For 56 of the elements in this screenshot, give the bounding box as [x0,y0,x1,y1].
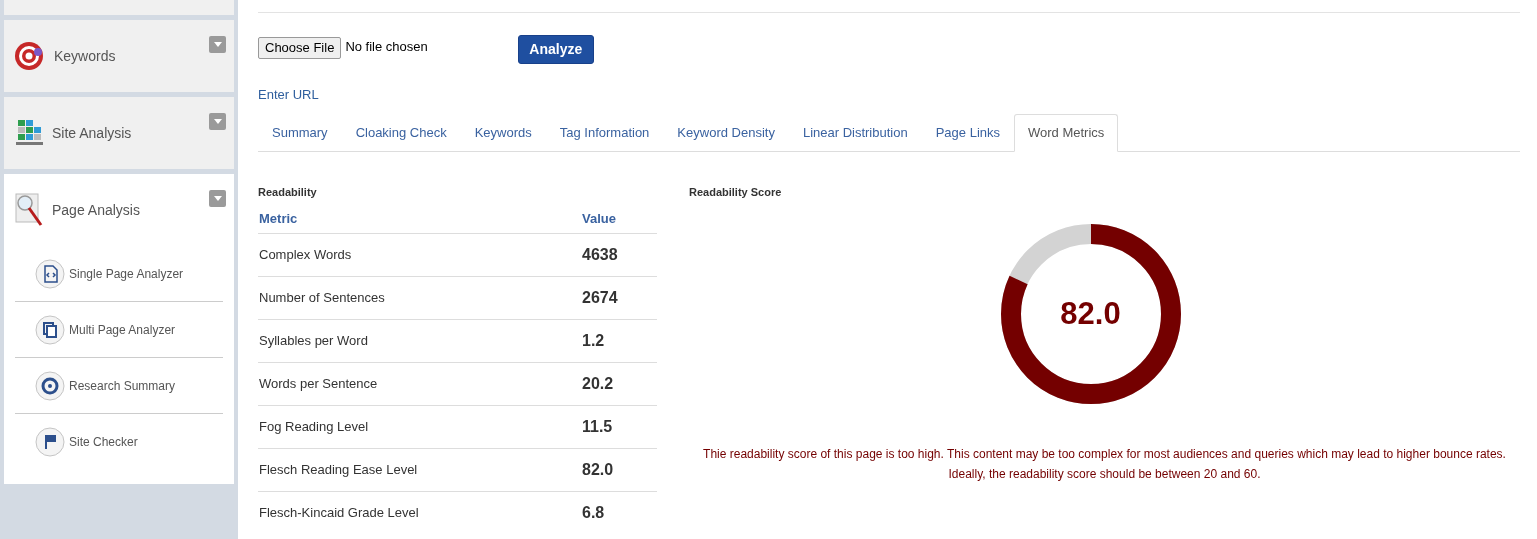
value-cell-text: 20.2 [582,373,614,394]
pages-icon [35,314,65,345]
tab[interactable]: Keywords [460,113,546,152]
grid-chart-icon [14,118,44,148]
metric-cell-text: Syllables per Word [258,331,369,350]
metric-cell-text: Flesch Reading Ease Level [258,460,419,479]
tab[interactable]: Cloaking Check [341,113,461,152]
tab[interactable]: Tag Information [545,113,664,152]
caret-icon [213,196,222,201]
choose-file-button[interactable]: Choose File [258,37,342,59]
crosshair-icon [35,370,65,401]
column-header: Metric [258,210,299,229]
chart-title: Readability Score [689,184,783,200]
item-label: Research Summary [69,377,176,395]
dropdown-toggle[interactable] [209,190,226,207]
score-message: Thie readability score of this page is too high. This content may be too complex for most audiences and queries which may lead to higher bounce rates. Ideally, the readability score should be between 20 and 60. [702,446,1507,483]
section-label[interactable]: Keywords [54,45,201,67]
section-label[interactable]: Site Analysis [52,122,201,144]
sidebar-item[interactable]: Site Checker [15,414,223,470]
tab[interactable]: Keyword Density [663,113,789,152]
metric-cell-text: Flesch-Kincaid Grade Level [258,504,420,523]
value-cell-text: 11.5 [582,416,613,437]
analyze-button[interactable]: Analyze [517,35,594,64]
column-header: Value [582,210,616,229]
metric-cell-text: Fog Reading Level [258,417,370,436]
tab[interactable]: Word Metrics [1014,113,1119,152]
tab[interactable]: Summary [258,113,342,152]
caret-icon [213,119,222,124]
dropdown-toggle[interactable] [209,36,226,53]
caret-icon [213,42,222,47]
score-value: 82.0 [1060,294,1121,333]
section-label[interactable]: Page Analysis [52,199,201,221]
magnifier-document-icon [14,192,44,228]
value-cell-text: 6.8 [582,503,605,523]
code-file-icon [35,258,65,289]
metric-cell-text: Number of Sentences [258,288,386,307]
item-label: Site Checker [69,434,138,451]
tab[interactable]: Linear Distribution [788,113,922,152]
file-status: No file chosen [345,38,428,56]
flag-icon [35,427,65,457]
enter-url-link[interactable]: Enter URL [258,85,319,105]
tab[interactable]: Page Links [921,113,1014,152]
dropdown-toggle[interactable] [209,113,226,130]
value-cell-text: 4638 [582,244,618,265]
metric-cell-text: Words per Sentence [258,374,379,393]
value-cell-text: 82.0 [582,459,614,480]
item-label: Multi Page Analyzer [69,321,176,339]
sidebar-item[interactable]: Single Page Analyzer [15,246,223,302]
sidebar-item[interactable]: Research Summary [15,358,223,414]
value-cell-text: 1.2 [582,330,605,351]
table-title: Readability [258,184,318,200]
target-icon [14,40,46,72]
item-label: Single Page Analyzer [69,265,184,283]
sidebar-item[interactable]: Multi Page Analyzer [15,302,223,358]
metric-cell-text: Complex Words [258,245,353,264]
value-cell-text: 2674 [582,287,618,308]
